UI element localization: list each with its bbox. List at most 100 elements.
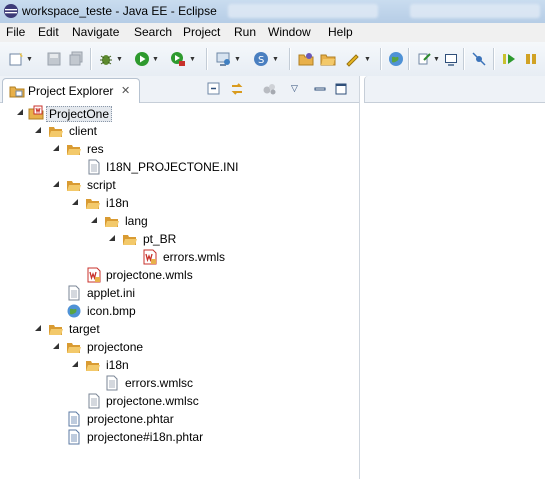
toolbar-separator: [408, 48, 410, 70]
maximize-icon[interactable]: [333, 81, 349, 97]
save-icon[interactable]: [46, 51, 62, 67]
project-icon: [28, 105, 44, 120]
menu-window[interactable]: Window: [268, 25, 311, 39]
toolbar-separator: [380, 48, 382, 70]
expanded-arrow-icon[interactable]: [51, 179, 61, 189]
minimize-icon[interactable]: [312, 81, 328, 97]
tree-node-projectone-wmls[interactable]: projectone.wmls: [0, 266, 359, 284]
save-all-icon[interactable]: [68, 51, 84, 67]
menu-bar: File Edit Navigate Search Project Run Wi…: [0, 23, 545, 42]
close-icon[interactable]: ✕: [121, 84, 130, 97]
open-folder-icon[interactable]: [320, 51, 336, 67]
search-pen-icon[interactable]: [344, 51, 360, 67]
tree-node-res[interactable]: res: [0, 140, 359, 158]
tree-node-script[interactable]: script: [0, 176, 359, 194]
tree-node-projectone-i18n-phtar[interactable]: projectone#i18n.phtar: [0, 428, 359, 446]
tree-label: pt_BR: [143, 232, 177, 246]
view-filters-icon[interactable]: [262, 81, 278, 97]
tree-label: errors.wmlsc: [125, 376, 193, 390]
new-icon[interactable]: [8, 51, 24, 67]
menu-project[interactable]: Project: [183, 25, 220, 39]
archive-file-icon: [68, 411, 80, 427]
tree-node-target[interactable]: target: [0, 320, 359, 338]
expanded-arrow-icon[interactable]: [33, 323, 43, 333]
window-title: workspace_teste - Java EE - Eclipse: [22, 4, 217, 18]
eclipse-icon: [4, 4, 18, 18]
expanded-arrow-icon[interactable]: [89, 215, 99, 225]
console-icon[interactable]: [443, 51, 459, 67]
expanded-arrow-icon[interactable]: [70, 197, 80, 207]
server-dropdown-icon[interactable]: ▼: [234, 56, 241, 63]
tree-node-projectone-phtar[interactable]: projectone.phtar: [0, 410, 359, 428]
expanded-arrow-icon[interactable]: [51, 143, 61, 153]
expanded-arrow-icon[interactable]: [51, 341, 61, 351]
expanded-arrow-icon[interactable]: [70, 359, 80, 369]
title-bar: workspace_teste - Java EE - Eclipse: [0, 0, 545, 24]
open-folder-icon: [123, 235, 137, 245]
run-dropdown-icon[interactable]: ▼: [152, 56, 159, 63]
tree-node-script-i18n[interactable]: i18n: [0, 194, 359, 212]
tree-node-lang[interactable]: lang: [0, 212, 359, 230]
open-folder-icon: [105, 217, 119, 227]
tree-label: projectone.wmlsc: [106, 394, 199, 408]
globe-icon[interactable]: [388, 51, 404, 67]
menu-run[interactable]: Run: [234, 25, 256, 39]
run-icon[interactable]: [134, 51, 150, 67]
external-tools-dropdown-icon[interactable]: ▼: [189, 56, 196, 63]
toolbar-separator: [493, 48, 495, 70]
menu-file[interactable]: File: [6, 25, 25, 39]
resume-icon[interactable]: [501, 51, 517, 67]
toolbar-separator: [206, 48, 208, 70]
tree-label: icon.bmp: [87, 304, 136, 318]
tree-node-i18n-ini[interactable]: I18N_PROJECTONE.INI: [0, 158, 359, 176]
tree-label: script: [87, 178, 116, 192]
tab-project-explorer[interactable]: Project Explorer ✕: [2, 78, 140, 103]
new-java-class-icon[interactable]: S: [253, 51, 269, 67]
menu-edit[interactable]: Edit: [38, 25, 59, 39]
blurred-taskbar-item: [228, 4, 378, 18]
search-dropdown-icon[interactable]: ▼: [364, 56, 371, 63]
new-dropdown-icon[interactable]: ▼: [26, 56, 33, 63]
suspend-icon[interactable]: [523, 51, 539, 67]
external-tools-icon[interactable]: [170, 51, 186, 67]
debug-icon[interactable]: [98, 51, 114, 67]
expanded-arrow-icon[interactable]: [15, 107, 25, 117]
tree-label: projectone: [87, 340, 144, 354]
menu-help[interactable]: Help: [328, 25, 353, 39]
view-menu-icon[interactable]: ▽: [291, 83, 307, 99]
text-file-icon: [106, 375, 118, 391]
refactor-dropdown-icon[interactable]: ▼: [433, 56, 440, 63]
tree-label: ProjectOne: [46, 106, 113, 122]
blurred-taskbar-item: [410, 4, 540, 18]
expanded-arrow-icon[interactable]: [33, 125, 43, 135]
debug-dropdown-icon[interactable]: ▼: [116, 56, 123, 63]
tree-node-projectone[interactable]: ProjectOne: [0, 104, 359, 122]
open-type-icon[interactable]: [298, 51, 314, 67]
tree-node-icon-bmp[interactable]: icon.bmp: [0, 302, 359, 320]
tree-node-client[interactable]: client: [0, 122, 359, 140]
project-tree: ProjectOne client res I18N_PROJECTONE.IN…: [0, 103, 359, 479]
tree-node-pt-br[interactable]: pt_BR: [0, 230, 359, 248]
tree-node-errors-wmls[interactable]: errors.wmls: [0, 248, 359, 266]
tree-node-projectone-folder[interactable]: projectone: [0, 338, 359, 356]
tree-node-target-i18n[interactable]: i18n: [0, 356, 359, 374]
refactor-icon[interactable]: [416, 51, 432, 67]
tree-label: res: [87, 142, 104, 156]
tree-node-applet-ini[interactable]: applet.ini: [0, 284, 359, 302]
menu-search[interactable]: Search: [134, 25, 172, 39]
tree-node-projectone-wmlsc[interactable]: projectone.wmlsc: [0, 392, 359, 410]
text-file-icon: [68, 285, 80, 301]
expanded-arrow-icon[interactable]: [107, 233, 117, 243]
tree-label: projectone.phtar: [87, 412, 174, 426]
server-icon[interactable]: [215, 51, 231, 67]
collapse-all-icon[interactable]: [206, 81, 222, 97]
tree-label: applet.ini: [87, 286, 136, 300]
skip-breakpoints-icon[interactable]: [471, 51, 487, 67]
new-class-dropdown-icon[interactable]: ▼: [272, 56, 279, 63]
menu-navigate[interactable]: Navigate: [72, 25, 119, 39]
editor-area[interactable]: [360, 76, 545, 479]
tree-label: target: [69, 322, 100, 336]
toolbar-separator: [463, 48, 465, 70]
tree-node-errors-wmlsc[interactable]: errors.wmlsc: [0, 374, 359, 392]
link-with-editor-icon[interactable]: [229, 81, 245, 97]
